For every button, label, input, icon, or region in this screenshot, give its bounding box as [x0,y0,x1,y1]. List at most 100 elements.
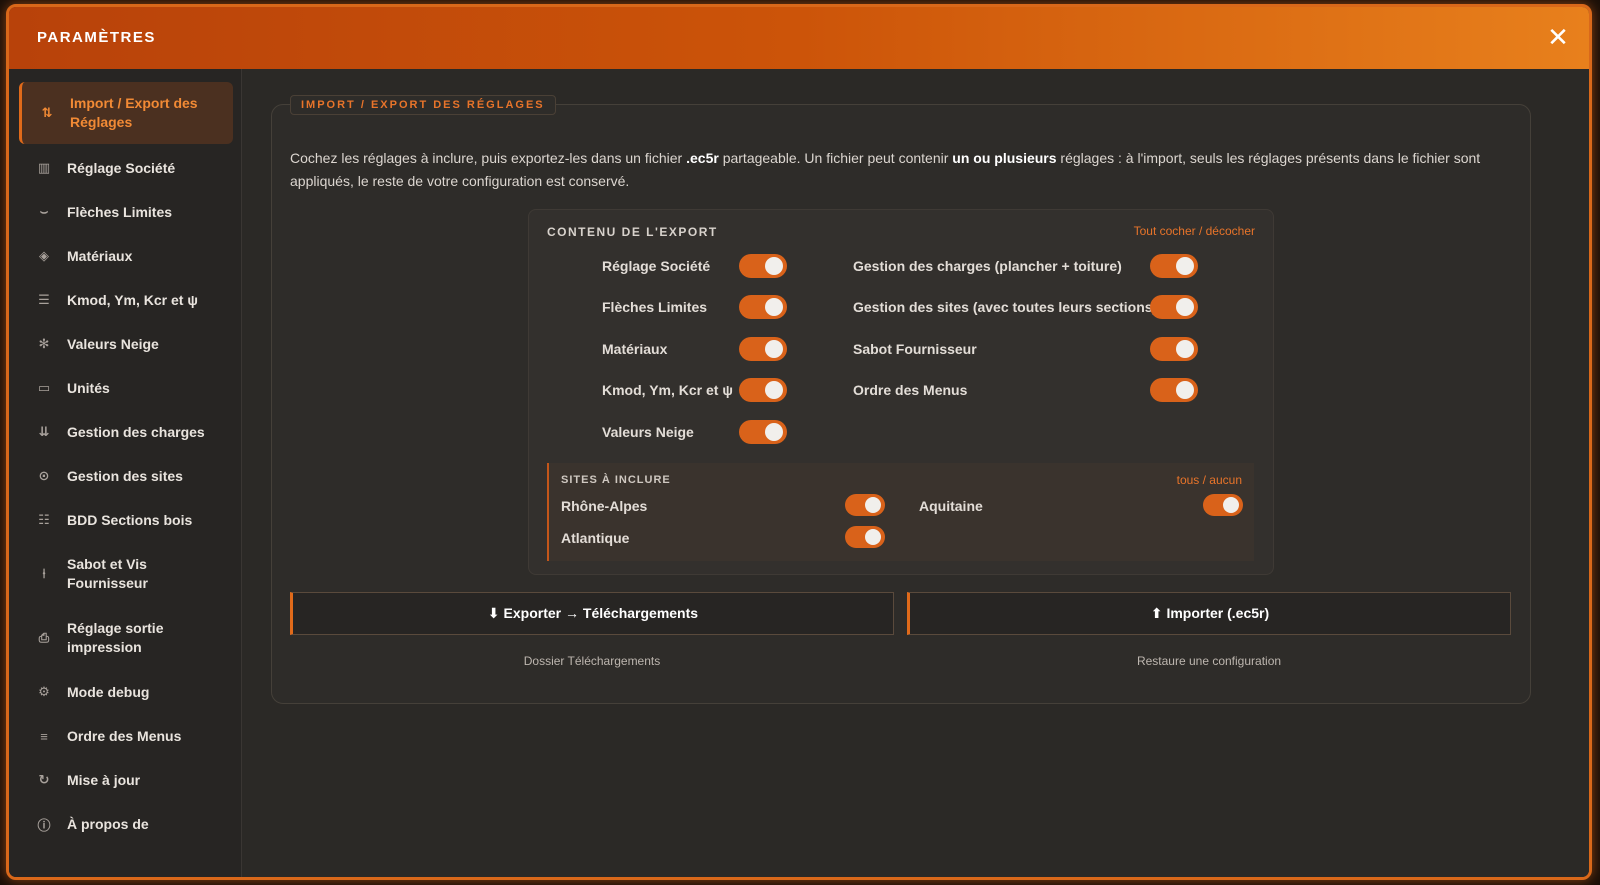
import-export-icon: ⇅ [41,105,53,120]
option-label: Matériaux [602,341,668,357]
site-label: Aquitaine [919,498,983,514]
sidebar-item-materiaux[interactable]: ◈ Matériaux [19,234,233,278]
sidebar-item-mode-debug[interactable]: ⚙ Mode debug [19,670,233,714]
toggle-knob [1176,298,1194,316]
map-pin-icon: ⊙ [38,468,50,483]
sidebar-item-a-propos[interactable]: ⓘ À propos de [19,802,233,846]
sidebar-item-label: Mise à jour [67,771,141,788]
sliders-icon: ☰ [38,292,50,307]
import-subtitle: Restaure une configuration [1136,654,1282,668]
import-export-section: IMPORT / EXPORT DES RÉGLAGES Cochez les … [271,95,1531,704]
toggle-knob [765,298,783,316]
toggle-materiaux[interactable] [739,337,787,361]
sidebar-item-label: Ordre des Menus [67,727,182,744]
sidebar-item-label: Valeurs Neige [67,335,159,352]
main-content: IMPORT / EXPORT DES RÉGLAGES Cochez les … [243,69,1589,877]
window-title: PARAMÈTRES [37,29,156,46]
sidebar-item-label: À propos de [67,815,149,832]
sidebar-item-label: Import / Export des Réglages [70,95,198,130]
toggle-knob [865,529,881,545]
toggle-sabot-fournisseur[interactable] [1150,337,1198,361]
sidebar-item-label: BDD Sections bois [67,511,193,528]
load-icon: ⇊ [38,424,50,439]
toggle-all-link[interactable]: Tout cocher / décocher [1134,224,1255,238]
section-description: Cochez les réglages à inclure, puis expo… [290,150,1481,189]
site-label: Atlantique [561,530,630,546]
toggle-ordre-menus[interactable] [1150,378,1198,402]
list-order-icon: ≡ [40,728,48,744]
title-bar: PARAMÈTRES ✕ [9,7,1589,69]
import-button[interactable]: ⬆ Importer (.ec5r) [907,592,1511,635]
sidebar-item-label: Kmod, Ym, Kcr et ψ [67,291,198,308]
sidebar-item-label: Unités [67,379,110,396]
sidebar-item-label: Flèches Limites [67,203,173,220]
export-subtitle: Dossier Téléchargements [523,654,661,668]
option-label: Kmod, Ym, Kcr et ψ [602,382,733,398]
toggle-knob [865,497,881,513]
toggle-kmod[interactable] [739,378,787,402]
snowflake-icon: ✻ [38,336,50,351]
sidebar-item-label: Gestion des sites [67,467,183,484]
export-content-box: CONTENU DE L'EXPORT Tout cocher / décoch… [528,209,1274,575]
sites-all-none-link[interactable]: tous / aucun [1177,473,1242,487]
option-label: Gestion des charges (plancher + toiture) [853,258,1122,274]
close-icon[interactable]: ✕ [1543,22,1573,52]
sidebar-item-fleches-limites[interactable]: ⌣ Flèches Limites [19,190,233,234]
toggle-knob [765,381,783,399]
toggle-site-rhone-alpes[interactable] [845,494,885,516]
sidebar-item-gestion-charges[interactable]: ⇊ Gestion des charges [19,410,233,454]
sidebar-item-unites[interactable]: ▭ Unités [19,366,233,410]
sidebar-item-sortie-impression[interactable]: ⎙ Réglage sortie impression [19,606,233,670]
toggle-fleches-limites[interactable] [739,295,787,319]
option-label: Gestion des sites (avec toutes leurs sec… [853,299,1158,315]
sidebar-item-label: Réglage Société [67,159,176,176]
sidebar-item-label: Réglage sortie impression [67,620,164,655]
sidebar-item-sabot-vis[interactable]: ⍿ Sabot et Vis Fournisseur [19,542,233,606]
option-label: Réglage Société [602,258,711,274]
printer-icon: ⎙ [38,630,50,645]
refresh-icon: ↻ [38,772,50,787]
sidebar-item-reglage-societe[interactable]: ▥ Réglage Société [19,146,233,190]
option-label: Flèches Limites [602,299,708,315]
sites-title: SITES À INCLURE [561,474,671,486]
layers-icon: ◈ [39,248,49,263]
sites-to-include-box: SITES À INCLURE tous / aucun Rhône-Alpes… [547,463,1254,561]
toggle-knob [765,423,783,441]
toggle-knob [1176,381,1194,399]
sidebar-item-kmod[interactable]: ☰ Kmod, Ym, Kcr et ψ [19,278,233,322]
option-label: Valeurs Neige [602,424,694,440]
info-icon: ⓘ [37,817,51,833]
toggle-site-aquitaine[interactable] [1203,494,1243,516]
sidebar: ⇅ Import / Export des Réglages ▥ Réglage… [9,69,242,877]
sidebar-item-label: Gestion des charges [67,423,205,440]
toggle-knob [1176,340,1194,358]
building-icon: ▥ [37,160,51,175]
export-box-title: CONTENU DE L'EXPORT [547,225,718,239]
settings-window: PARAMÈTRES ✕ ⇅ Import / Export des Régla… [6,4,1592,880]
toggle-gestion-sites[interactable] [1150,295,1198,319]
sidebar-item-label: Mode debug [67,683,150,700]
section-legend: IMPORT / EXPORT DES RÉGLAGES [290,95,556,115]
deflection-icon: ⌣ [39,204,49,219]
screw-icon: ⍿ [42,566,46,581]
sidebar-item-bdd-sections[interactable]: ☷ BDD Sections bois [19,498,233,542]
option-label: Ordre des Menus [853,382,968,398]
toggle-site-atlantique[interactable] [845,526,885,548]
toggle-valeurs-neige[interactable] [739,420,787,444]
sidebar-item-import-export[interactable]: ⇅ Import / Export des Réglages [19,82,233,144]
export-button[interactable]: ⬇ Exporter → Téléchargements [290,592,894,635]
sidebar-item-label: Sabot et Vis Fournisseur [67,556,148,591]
sidebar-item-gestion-sites[interactable]: ⊙ Gestion des sites [19,454,233,498]
option-label: Sabot Fournisseur [853,341,977,357]
toggle-knob [1176,257,1194,275]
site-label: Rhône-Alpes [561,498,648,514]
toggle-knob [1223,497,1239,513]
database-icon: ☷ [38,512,50,527]
toggle-knob [765,257,783,275]
sidebar-item-mise-a-jour[interactable]: ↻ Mise à jour [19,758,233,802]
toggle-gestion-charges[interactable] [1150,254,1198,278]
toggle-reglage-societe[interactable] [739,254,787,278]
sidebar-item-label: Matériaux [67,247,133,264]
sidebar-item-valeurs-neige[interactable]: ✻ Valeurs Neige [19,322,233,366]
sidebar-item-ordre-menus[interactable]: ≡ Ordre des Menus [19,714,233,758]
